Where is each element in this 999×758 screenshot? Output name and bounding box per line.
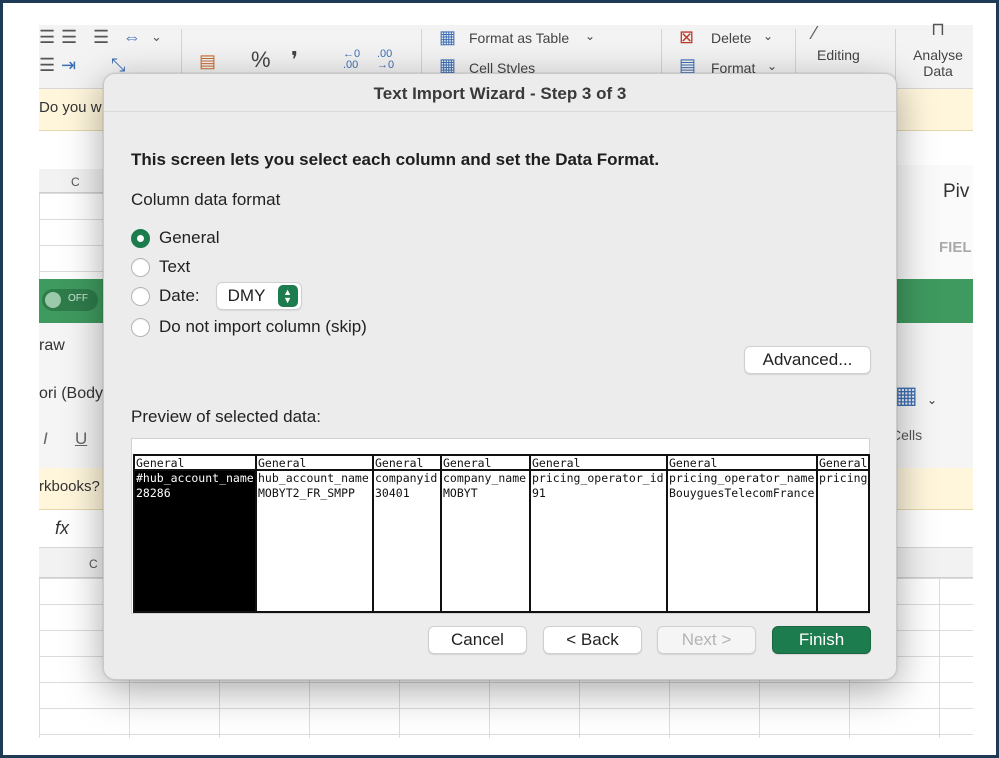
back-button[interactable]: < Back [543, 626, 642, 654]
column-format-label: Column data format [131, 190, 281, 209]
align-right-icon[interactable]: ☰ [93, 27, 109, 48]
align-center-icon[interactable]: ☰ [61, 27, 77, 48]
chevron-down-icon[interactable]: ⌄ [585, 29, 595, 43]
preview-cell: BouyguesTelecomFrance [669, 486, 815, 500]
select-stepper-icon: ▲ ▼ [277, 285, 298, 307]
fx-icon[interactable]: fx [55, 518, 69, 539]
autosave-toggle[interactable]: OFF [42, 289, 98, 311]
preview-cell: companyid [375, 471, 438, 485]
radio-button[interactable] [131, 257, 150, 277]
finish-button[interactable]: Finish [772, 626, 871, 654]
comma-style-button[interactable]: ❜ [291, 47, 298, 73]
preview-cell: MOBYT2_FR_SMPP [258, 486, 355, 500]
column-header-c[interactable]: C [89, 557, 98, 571]
date-format-select[interactable]: DMY ▲ ▼ [215, 282, 302, 310]
radio-text-label: Text [159, 257, 191, 276]
format-as-table-button[interactable]: Format as Table [469, 30, 569, 46]
radio-skip-label: Do not import column (skip) [159, 317, 367, 336]
preview-cell: 91 [532, 486, 546, 500]
dialog-title: Text Import Wizard - Step 3 of 3 [104, 74, 896, 112]
radio-skip[interactable]: Do not import column (skip) [131, 315, 367, 339]
increase-decimal-button[interactable]: .00 →0 [377, 49, 405, 71]
preview-column[interactable]: General hub_account_name MOBYT2_FR_SMPP [257, 456, 374, 611]
currency-icon[interactable]: ▤ [199, 51, 216, 72]
date-format-value: DMY [227, 286, 266, 305]
preview-column[interactable]: General pricing_operator_id 91 [531, 456, 668, 611]
underline-button[interactable]: U [75, 429, 87, 449]
cells-icon: ▦ [895, 382, 918, 409]
text-import-wizard-dialog: Text Import Wizard - Step 3 of 3 This sc… [103, 73, 897, 680]
font-name-field[interactable]: ori (Body [39, 385, 103, 403]
preview-column[interactable]: General pricing_operator_name BouyguesTe… [668, 456, 818, 611]
column-header-c[interactable]: C [71, 175, 80, 189]
preview-cell: company_name [443, 471, 527, 485]
next-button[interactable]: Next > [657, 626, 756, 654]
preview-cell: 28286 [136, 486, 171, 500]
radio-date-label: Date: [159, 286, 200, 305]
preview-cell: 30401 [375, 486, 410, 500]
preview-column[interactable]: General pricing_ [818, 456, 868, 611]
cancel-button[interactable]: Cancel [428, 626, 527, 654]
italic-button[interactable]: I [43, 429, 48, 449]
screen-frame: ☰ ☰ ☰ ⇔ ⌄ ☰ ⇥ ⤡ ▤ % ❜ ←0 .00 .00 →0 ▦ Fo… [3, 3, 996, 755]
draw-tab[interactable]: raw [39, 337, 65, 355]
intro-text: This screen lets you select each column … [131, 150, 660, 169]
preview-column-header[interactable]: General [257, 456, 372, 471]
radio-text[interactable]: Text [131, 255, 190, 279]
preview-table: General #hub_account_name 28286 General … [133, 454, 870, 613]
preview-column[interactable]: General #hub_account_name 28286 [135, 456, 257, 611]
advanced-button[interactable]: Advanced... [744, 346, 871, 374]
percent-button[interactable]: % [251, 47, 271, 73]
preview-column-header[interactable]: General [531, 456, 666, 471]
preview-cell: MOBYT [443, 486, 478, 500]
preview-cell: pricing_ [819, 471, 868, 485]
delete-cells-icon: ⊠ [679, 27, 695, 47]
radio-general-label: General [159, 228, 220, 247]
analyse-data-icon: ⊓ [931, 19, 946, 39]
preview-column[interactable]: General companyid 30401 [374, 456, 442, 611]
preview-column-header[interactable]: General [818, 456, 868, 471]
editing-button[interactable]: Editing [817, 47, 860, 63]
fields-label: FIEL [939, 239, 972, 256]
radio-button[interactable] [131, 317, 150, 337]
format-table-icon: ▦ [439, 27, 457, 47]
radio-button[interactable] [131, 286, 150, 306]
preview-cell: pricing_operator_name [669, 471, 815, 485]
preview-column[interactable]: General company_name MOBYT [442, 456, 531, 611]
pivot-title: Piv [943, 181, 970, 202]
preview-column-header[interactable]: General [668, 456, 816, 471]
indent-decrease-icon[interactable]: ☰ [39, 55, 55, 76]
preview-cell: #hub_account_name [136, 471, 254, 485]
toggle-knob [45, 292, 61, 308]
chevron-down-icon[interactable]: ⌄ [767, 59, 777, 73]
editing-icon: ⁄ [813, 23, 817, 43]
indent-increase-icon[interactable]: ⇥ [61, 55, 76, 76]
preview-label: Preview of selected data: [131, 407, 321, 426]
chevron-down-icon[interactable]: ⌄ [763, 29, 773, 43]
align-left-icon[interactable]: ☰ [39, 27, 55, 48]
decrease-decimal-button[interactable]: ←0 .00 [343, 49, 371, 71]
analyse-data-button[interactable]: Analyse [907, 47, 969, 63]
banner-text: Do you w [39, 99, 102, 116]
preview-cell: hub_account_name [258, 471, 369, 485]
delete-button[interactable]: Delete [711, 30, 751, 46]
analyse-data-button-line2[interactable]: Data [907, 63, 969, 79]
radio-date[interactable]: Date: DMY ▲ ▼ [131, 281, 302, 311]
preview-column-header[interactable]: General [135, 456, 255, 471]
chevron-down-icon[interactable]: ⌄ [927, 393, 937, 407]
radio-general[interactable]: General [131, 226, 219, 250]
toggle-label: OFF [68, 293, 88, 304]
pivot-pane: Piv FIEL [893, 165, 973, 279]
banner-text: rkbooks? [39, 478, 100, 495]
chevron-down-icon[interactable]: ⌄ [151, 29, 162, 45]
preview-column-header[interactable]: General [442, 456, 529, 471]
merge-cells-icon[interactable]: ⇔ [123, 27, 141, 48]
preview-column-header[interactable]: General [374, 456, 440, 471]
data-preview[interactable]: General #hub_account_name 28286 General … [131, 438, 870, 614]
radio-button-selected[interactable] [131, 228, 150, 248]
preview-cell: pricing_operator_id [532, 471, 664, 485]
